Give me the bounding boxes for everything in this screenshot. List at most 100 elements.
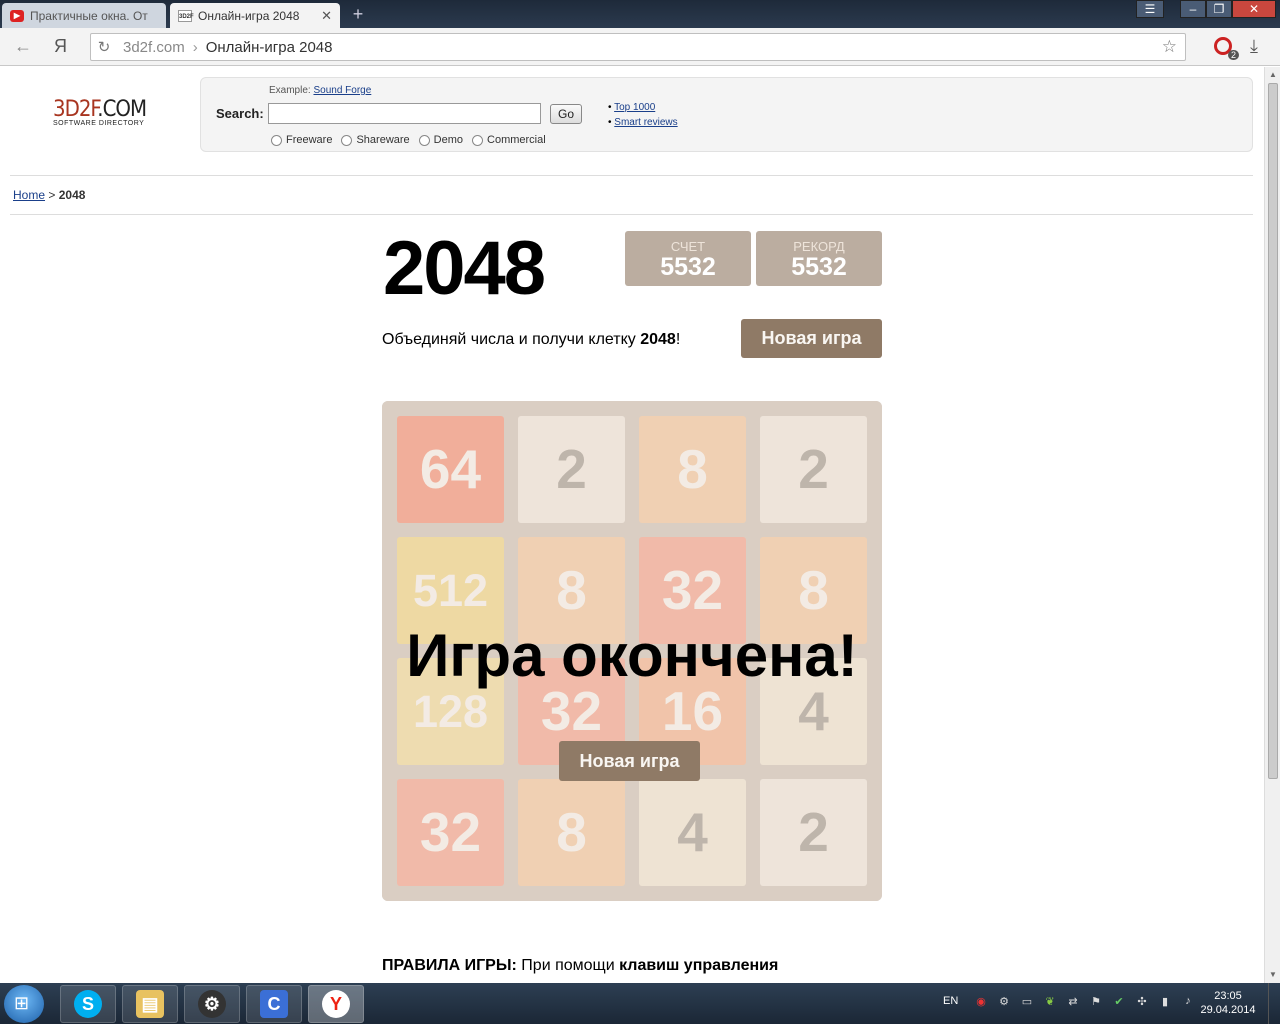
extension-badge: 2	[1228, 50, 1240, 60]
signal-tray-icon[interactable]: ▮	[1156, 995, 1174, 1011]
scroll-down-icon[interactable]: ▼	[1265, 967, 1280, 983]
close-window-icon[interactable]: ✕	[1232, 0, 1276, 18]
language-indicator[interactable]: EN	[943, 995, 958, 1007]
game-intro: Объединяй числа и получи клетку 2048!	[382, 331, 680, 349]
logo-main: 3D2F	[53, 97, 98, 122]
steam-tray-icon[interactable]: ⚙	[995, 995, 1013, 1011]
rules-text: При помощи	[516, 957, 620, 974]
clock-time: 23:05	[1214, 990, 1242, 1002]
steam-icon: ⚙	[198, 990, 226, 1018]
new-game-button[interactable]: Новая игра	[741, 319, 882, 358]
show-desktop-button[interactable]	[1268, 983, 1280, 1024]
logo-suffix: .COM	[97, 97, 147, 122]
example-label: Example:	[269, 85, 311, 96]
scroll-up-icon[interactable]: ▲	[1265, 67, 1280, 83]
taskbar-yandex-browser[interactable]: Y	[308, 985, 364, 1023]
browser-titlebar: ▶ Практичные окна. От 3D2F Онлайн-игра 2…	[0, 0, 1280, 28]
opera-tray-icon[interactable]: ◉	[972, 995, 990, 1011]
radio-label: Freeware	[286, 134, 333, 146]
link-top-1000[interactable]: Top 1000	[614, 102, 655, 113]
score-label: СЧЕТ	[670, 239, 706, 254]
breadcrumb-current: 2048	[58, 188, 86, 202]
volume-icon[interactable]: ♪	[1179, 995, 1197, 1011]
license-radios: Freeware Shareware Demo Commercial	[271, 134, 555, 146]
minimize-icon[interactable]: –	[1180, 0, 1206, 18]
explorer-icon: ▤	[136, 990, 164, 1018]
go-button[interactable]: Go	[550, 104, 582, 124]
tab-inactive[interactable]: ▶ Практичные окна. От	[2, 3, 166, 28]
network-tray-icon[interactable]: ✣	[1133, 995, 1151, 1011]
search-input[interactable]	[268, 103, 541, 124]
window-controls: ☰ – ❐ ✕	[1136, 0, 1276, 18]
search-example: Example: Sound Forge	[269, 85, 371, 96]
reload-icon[interactable]: ↻	[91, 38, 117, 56]
skype-icon: S	[74, 990, 102, 1018]
radio-label: Commercial	[487, 134, 546, 146]
game-title: 2048	[383, 226, 546, 311]
youtube-icon: ▶	[10, 9, 24, 22]
breadcrumb-separator: >	[48, 188, 56, 202]
tab-active[interactable]: 3D2F Онлайн-игра 2048 ✕	[170, 3, 340, 28]
search-panel: Example: Sound Forge Search: Go Freeware…	[200, 77, 1253, 152]
example-link[interactable]: Sound Forge	[313, 85, 371, 96]
score-box: СЧЕТ 5532	[625, 231, 751, 286]
page-scrollbar[interactable]: ▲ ▼	[1264, 67, 1280, 983]
rules-heading: ПРАВИЛА ИГРЫ:	[382, 957, 517, 974]
scroll-thumb[interactable]	[1268, 83, 1278, 779]
maximize-icon[interactable]: ❐	[1206, 0, 1232, 18]
radio-label: Shareware	[356, 134, 410, 146]
best-box: РЕКОРД 5532	[756, 231, 882, 286]
leaf-tray-icon[interactable]: ❦	[1041, 995, 1059, 1011]
start-button[interactable]: ⊞	[4, 985, 44, 1023]
radio-circle[interactable]	[472, 134, 484, 146]
rules-bold: клавиш управления	[619, 957, 779, 974]
system-tray: ◉ ⚙ ▭ ❦ ⇄ ⚑ ✔ ✣ ▮ ♪	[972, 995, 1202, 1011]
bookmark-star-icon[interactable]: ☆	[1162, 37, 1177, 57]
download-icon[interactable]: ⤓	[1250, 36, 1258, 57]
radio-commercial[interactable]: Commercial	[472, 134, 546, 146]
radio-shareware[interactable]: Shareware	[341, 134, 410, 146]
game-over-overlay: Игра окончена! Новая игра	[382, 401, 882, 901]
new-tab-icon[interactable]: +	[346, 5, 370, 25]
windows-taskbar: ⊞ S ▤ ⚙ C Y EN ◉ ⚙ ▭ ❦ ⇄ ⚑ ✔ ✣ ▮ ♪ 23:05…	[0, 983, 1280, 1024]
site-logo[interactable]: 3D2F.COM SOFTWARE DIRECTORY	[53, 97, 147, 127]
address-host: 3d2f.com	[123, 38, 185, 56]
radio-freeware[interactable]: Freeware	[271, 134, 332, 146]
taskbar-steam[interactable]: ⚙	[184, 985, 240, 1023]
score-value: 5532	[660, 253, 716, 281]
taskbar-explorer[interactable]: ▤	[122, 985, 178, 1023]
best-label: РЕКОРД	[793, 239, 845, 254]
clock[interactable]: 23:05 29.04.2014	[1196, 989, 1260, 1017]
connect-tray-icon[interactable]: ⇄	[1064, 995, 1082, 1011]
yandex-icon[interactable]: Я	[54, 36, 67, 57]
tab-label: Онлайн-игра 2048	[198, 8, 300, 23]
link-smart-reviews[interactable]: Smart reviews	[614, 117, 677, 128]
radio-demo[interactable]: Demo	[418, 134, 463, 146]
back-icon[interactable]: ←	[14, 36, 32, 57]
retry-button[interactable]: Новая игра	[559, 741, 700, 781]
game-board[interactable]: 6428251283281283216432842 Игра окончена!…	[382, 401, 882, 901]
taskbar-cc[interactable]: C	[246, 985, 302, 1023]
game-over-message: Игра окончена!	[406, 622, 858, 689]
breadcrumb-home[interactable]: Home	[13, 188, 45, 202]
radio-circle[interactable]	[418, 134, 430, 146]
divider	[10, 175, 1253, 176]
breadcrumb: Home > 2048	[13, 188, 85, 202]
taskbar-skype[interactable]: S	[60, 985, 116, 1023]
radio-circle[interactable]	[341, 134, 353, 146]
flag-tray-icon[interactable]: ⚑	[1087, 995, 1105, 1011]
address-bar[interactable]: ↻ 3d2f.com › Онлайн-игра 2048 ☆	[90, 33, 1186, 61]
security-tray-icon[interactable]: ✔	[1110, 995, 1128, 1011]
yandex-browser-icon: Y	[322, 990, 350, 1018]
divider	[10, 214, 1253, 215]
menu-icon[interactable]: ☰	[1136, 0, 1164, 18]
site-favicon-icon: 3D2F	[178, 9, 194, 22]
intro-bold: 2048	[640, 331, 676, 348]
tab-close-icon[interactable]: ✕	[321, 8, 332, 24]
address-separator: ›	[192, 38, 198, 56]
intro-end: !	[675, 331, 681, 348]
radio-circle[interactable]	[271, 134, 282, 146]
quick-links: • Top 1000 • Smart reviews	[608, 102, 678, 128]
chat-tray-icon[interactable]: ▭	[1018, 995, 1036, 1011]
page-content: 3D2F.COM SOFTWARE DIRECTORY Example: Sou…	[0, 67, 1264, 983]
